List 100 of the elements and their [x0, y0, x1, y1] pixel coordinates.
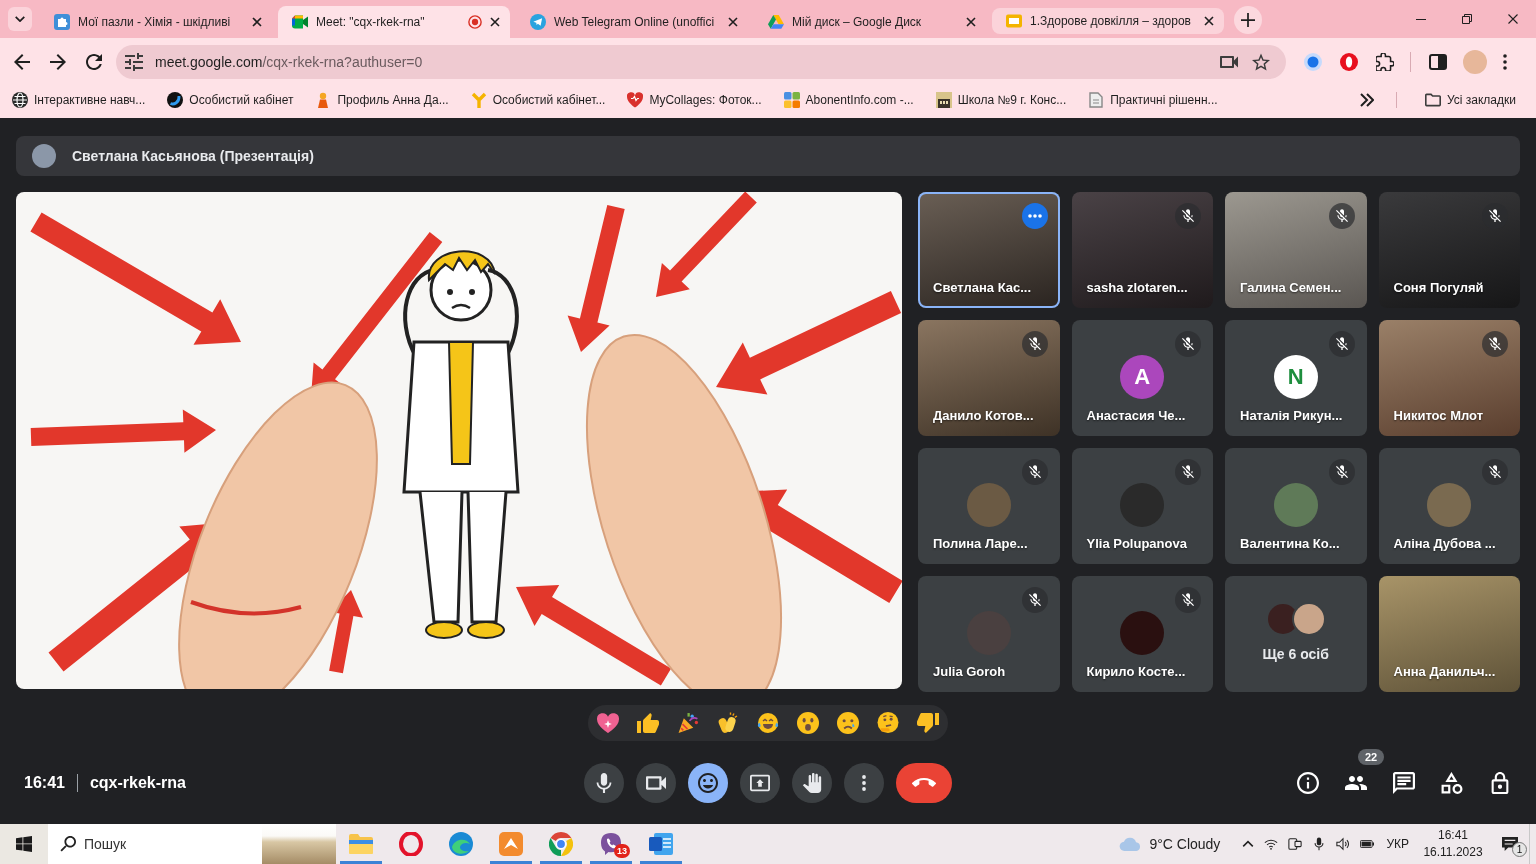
microphone-icon[interactable] [1312, 837, 1327, 851]
leave-call-button[interactable] [896, 763, 952, 803]
crying-face-icon[interactable] [837, 712, 859, 734]
bookmark[interactable]: Особистий кабінет [161, 88, 300, 112]
bookmark[interactable]: Школа №9 г. Конс... [929, 88, 1073, 112]
search-box[interactable]: Пошук [48, 824, 336, 864]
presenter-avatar [32, 144, 56, 168]
wifi-icon[interactable] [1264, 837, 1279, 851]
participant-name: Ylia Polupanova [1086, 535, 1188, 552]
windows-logo-icon[interactable] [16, 836, 32, 852]
shapes-icon[interactable] [1441, 772, 1463, 794]
clapping-hands-icon[interactable] [717, 712, 739, 734]
participant-name: Наталія Рикун... [1240, 407, 1344, 424]
laughing-face-icon[interactable] [757, 712, 779, 734]
video-camera-icon [292, 14, 308, 30]
party-popper-icon[interactable] [677, 712, 699, 734]
video-camera-icon[interactable] [1220, 53, 1238, 71]
all-bookmarks-button[interactable]: Усі закладки [1419, 88, 1522, 112]
browser-tab[interactable]: Meet: "cqx-rkek-rna" [278, 6, 510, 38]
search-input[interactable]: Пошук [84, 829, 254, 859]
speaker-icon[interactable] [1336, 837, 1351, 851]
participant-name: Аліна Дубова ... [1393, 535, 1497, 552]
bookmark[interactable]: MyCollages: Фоток... [621, 88, 768, 112]
bookmark[interactable]: Практичні рішенн... [1082, 88, 1224, 112]
document-icon [649, 832, 673, 856]
close-icon[interactable] [728, 17, 738, 27]
globe-icon [12, 92, 28, 108]
bookmark[interactable]: Інтерактивне навч... [6, 88, 152, 112]
avatar-photo-placeholder [1273, 483, 1318, 527]
participant-name: Julia Goroh [933, 663, 1007, 680]
sliders-icon[interactable] [125, 53, 143, 71]
browser-tab[interactable]: Мій диск – Google Диск [754, 6, 986, 38]
video-camera-icon [646, 773, 666, 793]
more-participants-label: Ще 6 осіб [1262, 646, 1329, 662]
more-options-button[interactable] [1021, 203, 1048, 229]
ring-icon[interactable] [1340, 53, 1358, 71]
more-options-button[interactable] [844, 763, 884, 803]
side-panel-icon[interactable] [1429, 53, 1447, 71]
tab-search-button[interactable] [8, 7, 32, 31]
participant-name: Данило Котов... [933, 407, 1035, 424]
back-arrow-icon[interactable] [14, 54, 30, 70]
thumbs-up-icon[interactable] [637, 712, 659, 734]
close-icon[interactable] [1204, 16, 1214, 26]
taskbar-clock[interactable]: 16:41 16.11.2023 [1421, 827, 1485, 861]
dot-icon[interactable] [1304, 53, 1322, 71]
sparkling-heart-icon[interactable] [597, 712, 619, 734]
grid-icon [783, 92, 800, 108]
reload-icon[interactable] [86, 54, 102, 70]
raise-hand-button[interactable] [792, 763, 832, 803]
weather-text[interactable]: 9°C Cloudy [1149, 836, 1221, 852]
microphone-button[interactable] [584, 763, 624, 803]
participant-name: Полина Ларе... [933, 535, 1029, 552]
ring-icon [399, 832, 423, 856]
surprised-face-icon[interactable] [797, 712, 819, 734]
camera-button[interactable] [636, 763, 676, 803]
participant-count-badge: 22 [1358, 749, 1385, 765]
restore-icon [1462, 14, 1472, 24]
presentation-icon [1006, 13, 1022, 29]
avatar-photo-placeholder [966, 483, 1011, 527]
present-screen-button[interactable] [740, 763, 780, 803]
browser-tab[interactable]: 1.Здорове довкілля – здоров [992, 8, 1224, 34]
star-icon[interactable] [1252, 53, 1270, 71]
browser-tab[interactable]: Web Telegram Online (unoffici [516, 6, 748, 38]
close-icon[interactable] [252, 17, 262, 27]
cloud-icon [1119, 837, 1142, 851]
participant-name: Анна Данильч... [1393, 663, 1497, 680]
phone-icon[interactable] [1288, 837, 1303, 851]
taskbar-app-button[interactable]: 13 [586, 824, 636, 864]
bookmark[interactable]: AbonentInfo.com -... [777, 88, 920, 112]
more-horizontal-icon [1027, 214, 1042, 218]
triangle-icon [768, 14, 784, 30]
avatar-photo-placeholder [1120, 483, 1165, 527]
forward-arrow-icon[interactable] [50, 54, 66, 70]
present-screen-icon [750, 773, 770, 793]
puzzle-icon[interactable] [1376, 53, 1394, 71]
bookmark[interactable]: Особистий кабінет... [464, 88, 612, 112]
reactions-button[interactable] [688, 763, 728, 803]
participant-name: Валентина Ко... [1240, 535, 1341, 552]
thinking-face-icon[interactable] [877, 712, 899, 734]
presenter-name: Светлана Касьянова (Презентація) [72, 148, 314, 164]
close-icon[interactable] [490, 17, 500, 27]
kebab-menu-icon[interactable] [1503, 54, 1507, 70]
heart-icon [627, 92, 644, 108]
chevron-up-icon[interactable] [1242, 840, 1255, 848]
close-icon[interactable] [966, 17, 976, 27]
browser-tab[interactable]: Мої пазли - Хімія - шкідливі [40, 6, 272, 38]
address-bar[interactable]: meet.google.com/cqx-rkek-rna?authuser=0 [116, 45, 1286, 79]
arrow-tile-icon [499, 832, 523, 856]
language-indicator[interactable]: УКР [1386, 837, 1409, 851]
bookmark[interactable]: Профиль Анна Да... [309, 88, 455, 112]
thumbs-down-icon[interactable] [917, 712, 939, 734]
battery-icon[interactable] [1360, 837, 1375, 851]
double-chevron-icon[interactable] [1360, 93, 1374, 107]
chat-icon[interactable] [1393, 772, 1415, 794]
new-tab-button[interactable] [1234, 6, 1262, 34]
smiley-icon [698, 773, 718, 793]
lock-icon[interactable] [1489, 772, 1511, 794]
info-icon[interactable] [1297, 772, 1319, 794]
hand-icon [802, 773, 822, 793]
plus-icon [1241, 13, 1255, 27]
